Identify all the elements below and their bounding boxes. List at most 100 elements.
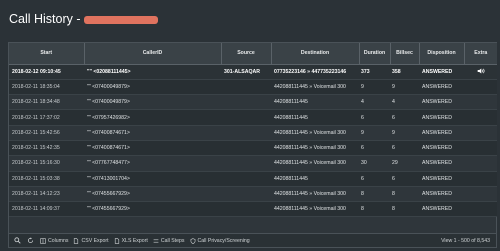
cell-disposition: ANSWERED [419, 125, 464, 141]
cell-disposition: ANSWERED [419, 140, 464, 157]
cell-source: 301-ALSAQAR [221, 64, 271, 80]
call-privacy-button[interactable]: Call Privacy/Screening [190, 238, 250, 244]
table-row[interactable]: 2018-02-11 15:42:56 "" <07400874671> 44208… [9, 125, 497, 141]
table-row[interactable]: 2018-02-11 14:12:23 "" <07455667929> 44208… [9, 186, 497, 203]
cell-billsec: 6 [390, 171, 419, 187]
cell-billsec: 8 [390, 201, 419, 218]
cell-start: 2018-02-11 17:37:02 [9, 109, 84, 126]
cell-callerid: "" <07455667929> [84, 201, 221, 218]
cell-source [221, 79, 271, 96]
call-steps-button[interactable]: Call Steps [153, 238, 185, 244]
cell-extra [464, 94, 497, 111]
cell-callerid: "" <07767748477> [84, 155, 221, 172]
cell-callerid: "" <07455667929> [84, 186, 221, 203]
cell-callerid: "" <07400874671> [84, 125, 221, 141]
cell-source [221, 155, 271, 172]
column-header-callerid[interactable]: CallerID [84, 43, 222, 65]
column-header-duration[interactable]: Duration [359, 43, 391, 65]
cell-duration: 30 [359, 155, 390, 172]
table-row[interactable]: 2018-02-12 09:10:45 "" <02088111445> 301-A… [9, 64, 497, 80]
cell-duration: 9 [359, 125, 390, 141]
cell-destination: 442088111445 [271, 94, 359, 111]
cell-disposition: ANSWERED [419, 109, 464, 126]
cell-billsec: 9 [390, 79, 419, 96]
cell-destination: 442088111445 » Voicemail 300 [271, 140, 359, 157]
call-history-grid: Start CallerID Source Destination Durati… [8, 42, 497, 248]
cell-start: 2018-02-12 09:10:45 [9, 64, 84, 80]
cell-extra [464, 155, 497, 172]
cell-start: 2018-02-11 15:16:30 [9, 155, 84, 172]
columns-icon [40, 237, 46, 244]
cell-source [221, 171, 271, 187]
table-row[interactable]: 2018-02-11 15:42:35 "" <07400874671> 44208… [9, 140, 497, 157]
cell-destination: 442088111445 » Voicemail 300 [271, 186, 359, 203]
cell-callerid: "" <07413001704> [84, 171, 221, 187]
columns-button[interactable]: Columns [40, 238, 68, 244]
cell-start: 2018-02-11 15:42:56 [9, 125, 84, 141]
cell-source [221, 201, 271, 218]
cell-callerid: "" <07400874671> [84, 140, 221, 157]
cell-billsec: 9 [390, 125, 419, 141]
cell-duration: 8 [359, 201, 390, 218]
column-header-start[interactable]: Start [9, 43, 85, 65]
cell-billsec: 4 [390, 94, 419, 111]
speaker-icon[interactable] [477, 68, 485, 74]
table-row[interactable]: 2018-02-11 15:03:38 "" <07413001704> 44208… [9, 171, 497, 187]
cell-source [221, 109, 271, 126]
cell-start: 2018-02-11 14:09:37 [9, 201, 84, 218]
column-header-source[interactable]: Source [221, 43, 272, 65]
column-header-disposition[interactable]: Disposition [419, 43, 465, 65]
cell-disposition: ANSWERED [419, 186, 464, 203]
cell-disposition: ANSWERED [419, 79, 464, 96]
refresh-icon[interactable] [26, 236, 35, 245]
cell-source [221, 140, 271, 157]
cell-billsec: 358 [390, 64, 419, 80]
table-row[interactable]: 2018-02-11 18:35:04 "" <07400049879> 44208… [9, 79, 497, 96]
cell-extra[interactable] [464, 64, 497, 80]
column-header-extra[interactable]: Extra [464, 43, 497, 65]
page-title-text: Call History - [9, 12, 81, 26]
file-icon [114, 237, 119, 244]
cell-extra [464, 109, 497, 126]
cell-start: 2018-02-11 18:34:48 [9, 94, 84, 111]
steps-icon [153, 239, 159, 242]
cell-billsec: 6 [390, 109, 419, 126]
cell-disposition: ANSWERED [419, 94, 464, 111]
search-icon[interactable] [13, 236, 22, 245]
cell-duration: 4 [359, 94, 390, 111]
cell-source [221, 94, 271, 111]
table-row[interactable]: 2018-02-11 15:16:30 "" <07767748477> 44208… [9, 155, 497, 172]
cell-extra [464, 79, 497, 96]
cell-start: 2018-02-11 15:42:35 [9, 140, 84, 157]
table-row[interactable]: 2018-02-11 17:37:02 "" <07957426982> 44208… [9, 109, 497, 126]
page-title: Call History - [9, 12, 158, 26]
column-header-destination[interactable]: Destination [271, 43, 360, 65]
cell-disposition: ANSWERED [419, 201, 464, 218]
cell-start: 2018-02-11 14:12:23 [9, 186, 84, 203]
cell-duration: 6 [359, 109, 390, 126]
file-icon [74, 237, 79, 244]
cell-callerid: "" <07400049879> [84, 79, 221, 96]
cell-destination: 442088111445 » Voicemail 300 [271, 125, 359, 141]
shield-icon [190, 237, 195, 244]
cell-disposition: ANSWERED [419, 64, 464, 80]
cell-duration: 373 [359, 64, 390, 80]
cell-callerid: "" <02088111445> [84, 64, 221, 80]
pagination-status: View 1 - 500 of 8,543 [441, 237, 490, 244]
cell-disposition: ANSWERED [419, 171, 464, 187]
call-history-table: Start CallerID Source Destination Durati… [9, 43, 497, 218]
table-row[interactable]: 2018-02-11 14:09:37 "" <07455667929> 44208… [9, 201, 497, 218]
table-row[interactable]: 2018-02-11 18:34:48 "" <07400049879> 44208… [9, 94, 497, 111]
cell-billsec: 8 [390, 186, 419, 203]
table-header-row: Start CallerID Source Destination Durati… [9, 43, 497, 65]
cell-callerid: "" <07400049879> [84, 94, 221, 111]
cell-billsec: 6 [390, 140, 419, 157]
cell-destination: 442088111445 » Voicemail 300 [271, 155, 359, 172]
cell-extra [464, 125, 497, 141]
xls-export-button[interactable]: XLS Export [114, 238, 148, 244]
cell-source [221, 125, 271, 141]
cell-destination: 442088111445 » Voicemail 300 [271, 79, 359, 96]
column-header-billsec[interactable]: Billsec [390, 43, 420, 65]
cell-duration: 6 [359, 171, 390, 187]
csv-export-button[interactable]: CSV Export [73, 237, 109, 244]
